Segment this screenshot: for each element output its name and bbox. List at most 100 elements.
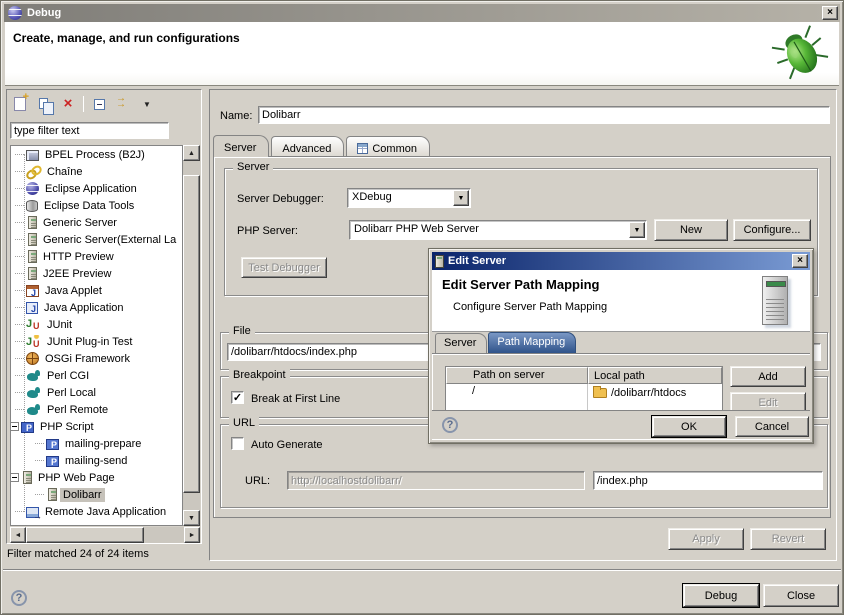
server-icon — [28, 233, 37, 246]
tab-common[interactable]: Common — [346, 136, 430, 157]
tree-item-cha-ne[interactable]: Chaîne — [11, 163, 182, 180]
scroll-right-button[interactable]: ► — [184, 527, 200, 543]
tree-item-eclipse-data-tools[interactable]: Eclipse Data Tools — [11, 197, 182, 214]
filter-configurations-icon[interactable] — [114, 95, 132, 113]
tree-item-label: Java Applet — [42, 284, 105, 298]
tree-item-java-applet[interactable]: Java Applet — [11, 282, 182, 299]
tree-connector — [15, 511, 24, 512]
tree-item-label: Generic Server(External La — [40, 233, 179, 247]
banner: Create, manage, and run configurations — [5, 22, 839, 86]
dialog-tab-path-mapping[interactable]: Path Mapping — [488, 332, 576, 353]
menu-dropdown-icon[interactable]: ▼ — [138, 95, 156, 113]
window-close-button[interactable]: × — [822, 6, 838, 20]
dialog-header-subtitle: Configure Server Path Mapping — [453, 301, 607, 313]
dialog-button-bar: ? OK Cancel — [432, 410, 810, 440]
toolbar-separator — [83, 96, 84, 112]
name-field-box — [258, 106, 830, 124]
tree-item-label: Perl CGI — [44, 369, 92, 383]
tree-item-mailing-prepare[interactable]: mailing-prepare — [11, 435, 182, 452]
column-header-path-on-server[interactable]: Path on server — [446, 367, 588, 384]
dialog-close-button[interactable]: × — [792, 254, 808, 268]
debug-bug-icon — [771, 24, 831, 82]
server-icon — [28, 216, 37, 229]
tree-item-generic-server-external-la[interactable]: Generic Server(External La — [11, 231, 182, 248]
footer-separator — [3, 569, 841, 571]
collapse-all-icon[interactable] — [90, 95, 108, 113]
dialog-tab-content: Path on serverLocal path//dolibarr/htdoc… — [432, 353, 810, 440]
tree-connector — [15, 409, 24, 410]
tree-connector — [15, 188, 24, 189]
table-icon — [357, 143, 368, 154]
tree-item-mailing-send[interactable]: mailing-send — [11, 452, 182, 469]
ok-button[interactable]: OK — [652, 416, 726, 437]
scroll-down-button[interactable]: ▼ — [183, 510, 200, 526]
tree-item-label: Remote Java Application — [42, 505, 169, 519]
close-button[interactable]: Close — [763, 584, 839, 607]
tree-item-generic-server[interactable]: Generic Server — [11, 214, 182, 231]
collapse-expander-icon[interactable] — [10, 422, 19, 431]
filter-input[interactable] — [11, 123, 168, 138]
tree-connector — [15, 205, 24, 206]
debug-button[interactable]: Debug — [683, 584, 759, 607]
tree-item-junit-plug-in-test[interactable]: JUnit Plug-in Test — [11, 333, 182, 350]
dialog-tab-server[interactable]: Server — [435, 333, 487, 353]
configurations-tree: BPEL Process (B2J)ChaîneEclipse Applicat… — [10, 145, 183, 526]
tree-item-php-web-page[interactable]: PHP Web Page — [11, 469, 182, 486]
php-icon — [21, 422, 34, 433]
tree-item-label: HTTP Preview — [40, 250, 117, 264]
tree-item-perl-cgi[interactable]: Perl CGI — [11, 367, 182, 384]
tree-item-perl-local[interactable]: Perl Local — [11, 384, 182, 401]
tree-vertical-scrollbar[interactable]: ▲ ▼ — [183, 145, 200, 526]
tree-connector — [15, 154, 24, 155]
tree-item-eclipse-application[interactable]: Eclipse Application — [11, 180, 182, 197]
tab-advanced[interactable]: Advanced — [271, 136, 344, 157]
junit-icon — [26, 318, 41, 332]
tree-item-osgi-framework[interactable]: OSGi Framework — [11, 350, 182, 367]
duplicate-configuration-icon[interactable] — [35, 95, 53, 113]
dialog-title: Edit Server — [448, 255, 792, 267]
column-header-local-path[interactable]: Local path — [588, 367, 722, 384]
tree-connector — [15, 375, 24, 376]
tab-server[interactable]: Server — [213, 135, 269, 157]
name-input[interactable] — [259, 107, 829, 123]
tree-horizontal-scrollbar[interactable]: ◄ ► — [10, 527, 200, 543]
help-icon[interactable]: ? — [11, 590, 27, 606]
add-mapping-button[interactable]: Add — [730, 366, 806, 387]
path-on-server-cell: / — [446, 384, 588, 402]
tree-connector — [15, 290, 24, 291]
perl-icon — [26, 386, 41, 400]
new-configuration-icon[interactable] — [11, 95, 29, 113]
tree-item-bpel-process-b2j-[interactable]: BPEL Process (B2J) — [11, 146, 182, 163]
tree-connector — [15, 358, 24, 359]
scroll-left-button[interactable]: ◄ — [10, 527, 26, 543]
scroll-up-button[interactable]: ▲ — [183, 145, 200, 161]
cancel-button[interactable]: Cancel — [735, 416, 809, 437]
tree-item-j2ee-preview[interactable]: J2EE Preview — [11, 265, 182, 282]
filter-configurations-icon — [116, 97, 130, 111]
collapse-expander-icon[interactable] — [10, 473, 19, 482]
table-row[interactable]: //dolibarr/htdocs — [446, 384, 722, 402]
tree-item-label: Perl Local — [44, 386, 99, 400]
delete-configuration-icon[interactable]: × — [59, 95, 77, 113]
vertical-scroll-thumb[interactable] — [183, 175, 200, 493]
duplicate-configuration-icon — [39, 98, 48, 109]
tree-item-remote-java-application[interactable]: Remote Java Application — [11, 503, 182, 520]
tree-item-junit[interactable]: JUnit — [11, 316, 182, 333]
dialog-help-icon[interactable]: ? — [442, 417, 458, 433]
new-configuration-icon — [14, 97, 26, 111]
dialog-header: Edit Server Path Mapping Configure Serve… — [432, 270, 810, 332]
tree-item-http-preview[interactable]: HTTP Preview — [11, 248, 182, 265]
tree-connector — [15, 341, 24, 342]
tree-item-php-script[interactable]: PHP Script — [11, 418, 182, 435]
server-icon — [23, 471, 32, 484]
tree-connector — [15, 171, 24, 172]
tree-item-perl-remote[interactable]: Perl Remote — [11, 401, 182, 418]
revert-button: Revert — [750, 528, 826, 550]
server-tower-icon — [762, 276, 788, 325]
path-mapping-table: Path on serverLocal path//dolibarr/htdoc… — [445, 366, 723, 414]
tree-item-java-application[interactable]: Java Application — [11, 299, 182, 316]
filter-status: Filter matched 24 of 24 items — [7, 548, 149, 560]
horizontal-scroll-thumb[interactable] — [26, 527, 144, 543]
tree-item-dolibarr[interactable]: Dolibarr — [11, 486, 182, 503]
tree-item-label: JUnit Plug-in Test — [44, 335, 135, 349]
